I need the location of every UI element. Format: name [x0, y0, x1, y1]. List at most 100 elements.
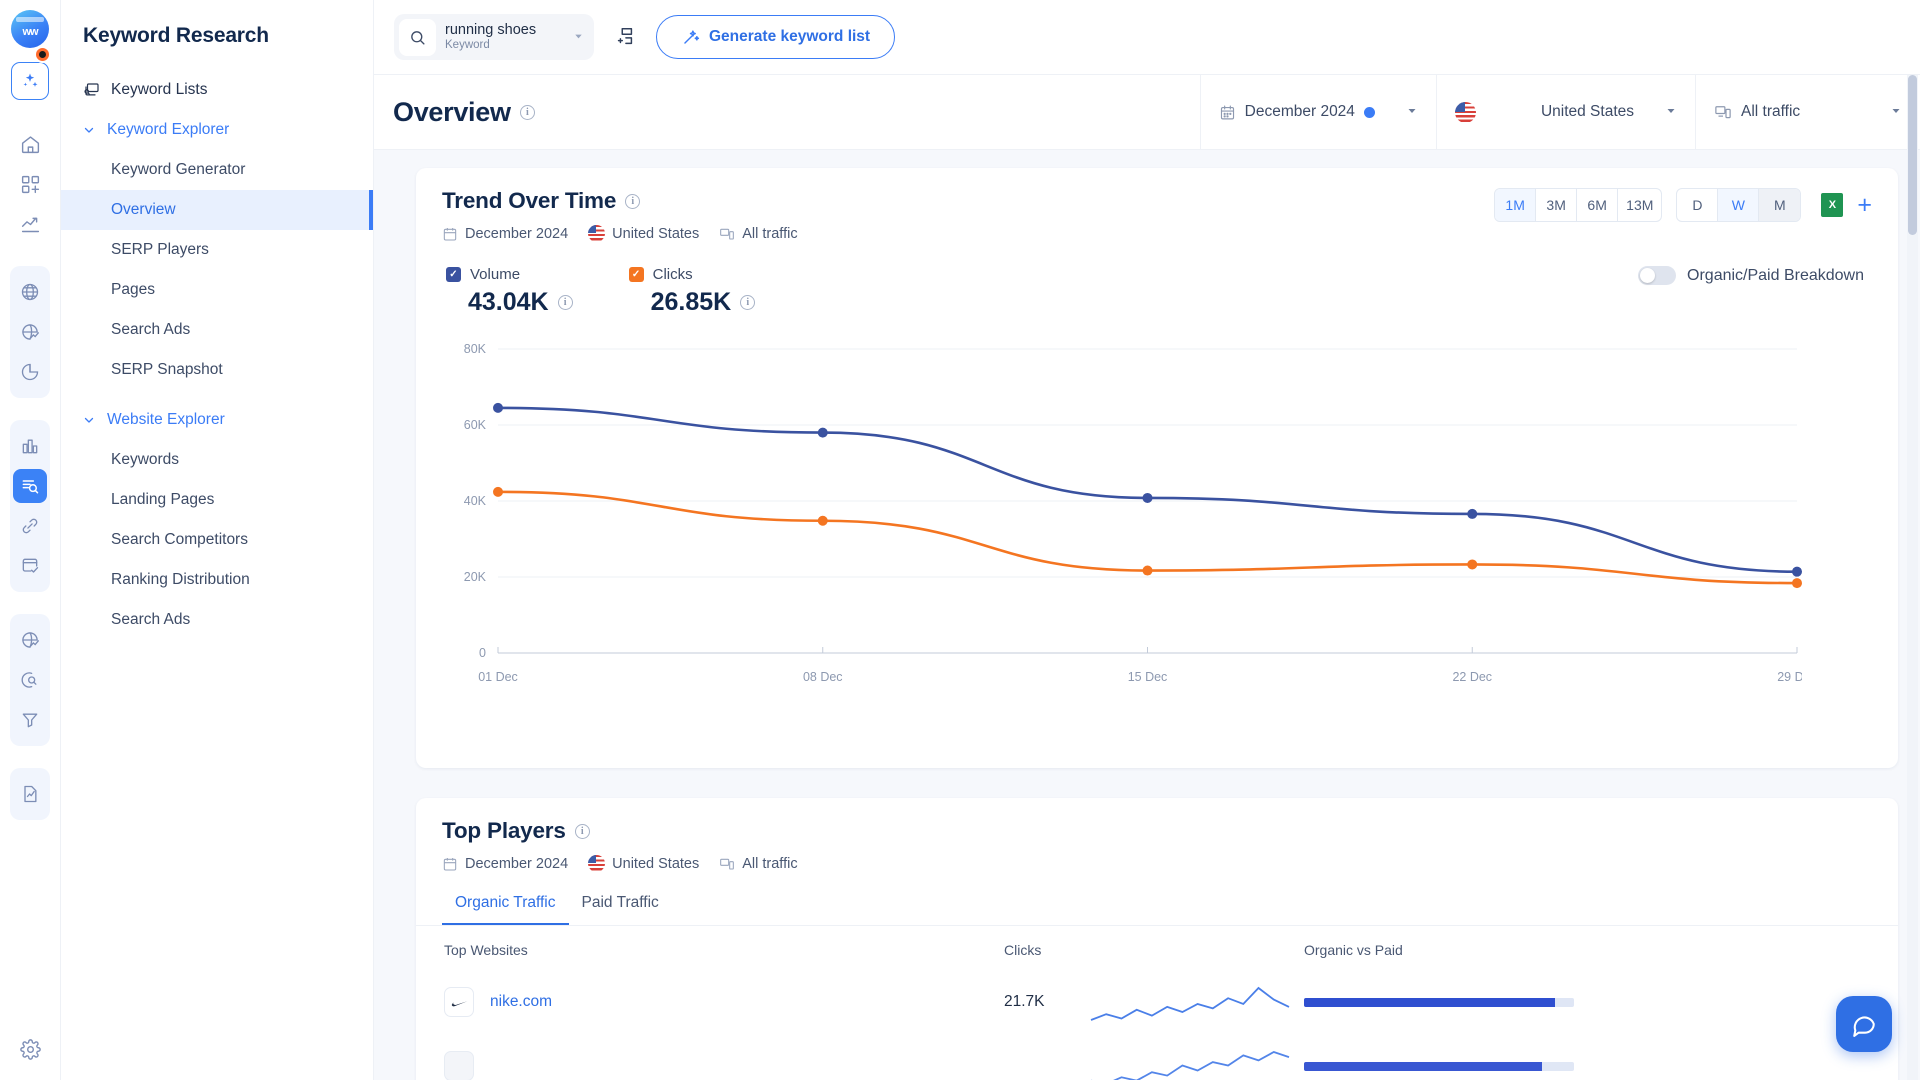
nike-favicon — [444, 987, 474, 1017]
meta-date: December 2024 — [465, 855, 569, 872]
info-icon[interactable]: i — [557, 295, 573, 310]
apps-add-icon[interactable] — [13, 167, 47, 201]
pie-chart-icon[interactable] — [13, 355, 47, 389]
info-icon[interactable]: i — [625, 193, 641, 209]
sidebar-item-label: Keyword Lists — [111, 81, 208, 98]
content-scroll-area: Trend Over Time i December 2024 United S… — [374, 150, 1920, 1080]
link-icon[interactable] — [13, 509, 47, 543]
granularity-option-w[interactable]: W — [1718, 189, 1760, 221]
tab-paid-traffic[interactable]: Paid Traffic — [569, 894, 672, 925]
search-zoom-icon[interactable] — [13, 663, 47, 697]
organic-paid-breakdown-toggle[interactable] — [1638, 266, 1677, 285]
range-option-6m[interactable]: 6M — [1577, 189, 1619, 221]
sidebar-item-keyword-lists[interactable]: Keyword Lists — [61, 70, 373, 110]
info-icon[interactable]: i — [574, 823, 590, 839]
top-players-card: Top Players i December 2024 United State… — [416, 798, 1898, 1080]
table-row[interactable]: nike.com 21.7K — [416, 970, 1898, 1034]
country-filter-label: United States — [1540, 103, 1634, 120]
filter-icon[interactable] — [13, 703, 47, 737]
main-area: running shoes Keyword Generate keyword l… — [374, 0, 1920, 1080]
granularity-option-d[interactable]: D — [1677, 189, 1719, 221]
tab-organic-traffic[interactable]: Organic Traffic — [442, 894, 569, 925]
search-input[interactable]: running shoes Keyword — [394, 14, 594, 60]
page-title: Overview i — [374, 97, 535, 128]
column-header-top-websites: Top Websites — [444, 942, 528, 958]
top-players-title: Top Players i — [442, 818, 798, 844]
sidebar-section-website-explorer[interactable]: Website Explorer — [61, 400, 373, 440]
sparkline-chart — [1090, 986, 1290, 1021]
legend-volume-label: Volume — [470, 266, 521, 283]
info-icon[interactable]: i — [519, 104, 535, 120]
checklist-icon[interactable] — [13, 549, 47, 583]
export-excel-button[interactable]: X — [1821, 193, 1844, 217]
chevron-down-icon[interactable] — [1643, 105, 1677, 120]
add-widget-button[interactable]: + — [1857, 192, 1872, 218]
table-row[interactable] — [416, 1034, 1898, 1080]
sidebar-item-serp-players[interactable]: SERP Players — [61, 230, 373, 270]
generate-keyword-list-button[interactable]: Generate keyword list — [656, 15, 896, 59]
search-icon — [399, 18, 436, 56]
clicks-checkbox[interactable]: ✓ — [628, 267, 644, 282]
meta-traffic: All traffic — [742, 225, 798, 242]
trend-card-title: Trend Over Time i — [442, 188, 798, 214]
meta-date: December 2024 — [465, 225, 569, 242]
chevron-down-icon[interactable] — [1384, 105, 1418, 120]
range-option-13m[interactable]: 13M — [1618, 189, 1661, 221]
globe-analytics-2-icon[interactable] — [13, 623, 47, 657]
sidebar-item-serp-snapshot[interactable]: SERP Snapshot — [61, 350, 373, 390]
top-players-title-text: Top Players — [442, 818, 566, 843]
sidebar-item-keyword-generator[interactable]: Keyword Generator — [61, 150, 373, 190]
legend-clicks-value-row: 26.85K i — [629, 288, 756, 317]
rail-group-seo — [10, 420, 50, 592]
top-toolbar: running shoes Keyword Generate keyword l… — [374, 0, 1920, 75]
meta-country: United States — [612, 855, 700, 872]
sidebar-item-ranking-distribution[interactable]: Ranking Distribution — [61, 560, 373, 600]
page-scrollbar[interactable] — [1907, 75, 1918, 1080]
sidebar-item-search-ads[interactable]: Search Ads — [61, 310, 373, 350]
date-filter-label: December 2024 — [1244, 103, 1355, 120]
column-header-clicks: Clicks — [1004, 942, 1042, 958]
granularity-option-m[interactable]: M — [1759, 189, 1801, 221]
range-option-3m[interactable]: 3M — [1536, 189, 1578, 221]
bar-chart-icon[interactable] — [13, 429, 47, 463]
trend-line-icon[interactable] — [13, 207, 47, 241]
ai-sparkle-button[interactable] — [11, 62, 49, 100]
generate-keyword-list-label: Generate keyword list — [709, 28, 871, 45]
sidebar-item-website-search-ads[interactable]: Search Ads — [61, 600, 373, 640]
rail-group-reports — [10, 768, 50, 820]
sidebar-item-overview[interactable]: Overview — [61, 190, 373, 230]
keyword-research-icon[interactable] — [13, 469, 47, 503]
volume-checkbox[interactable]: ✓ — [446, 267, 461, 282]
granularity-segment-control[interactable]: D W M — [1676, 188, 1802, 222]
sidebar-section-keyword-explorer[interactable]: Keyword Explorer — [61, 110, 373, 150]
chevron-down-icon[interactable] — [1868, 105, 1902, 120]
sidebar-item-search-competitors[interactable]: Search Competitors — [61, 520, 373, 560]
range-segment-control[interactable]: 1M 3M 6M 13M — [1494, 188, 1663, 222]
chevron-down-icon[interactable] — [573, 31, 584, 44]
sidebar-item-landing-pages[interactable]: Landing Pages — [61, 480, 373, 520]
info-icon[interactable]: i — [740, 295, 756, 310]
us-flag-icon — [588, 855, 606, 872]
range-option-1m[interactable]: 1M — [1495, 189, 1537, 221]
svg-text:22 Dec: 22 Dec — [1452, 670, 1492, 684]
globe-icon[interactable] — [13, 275, 47, 309]
compare-button[interactable] — [608, 20, 642, 54]
traffic-filter[interactable]: All traffic — [1695, 74, 1920, 150]
similarweb-logo[interactable]: ww — [11, 10, 51, 63]
chat-bubble-button[interactable] — [1836, 996, 1892, 1052]
top-players-tabs: Organic Traffic Paid Traffic — [416, 894, 1898, 926]
chevron-down-icon — [83, 124, 97, 136]
devices-icon — [1714, 103, 1732, 121]
gear-icon[interactable] — [13, 1032, 47, 1066]
report-icon[interactable] — [13, 777, 47, 811]
country-filter[interactable]: United States — [1435, 74, 1695, 150]
sidebar-section-label: Keyword Explorer — [107, 121, 230, 138]
site-favicon — [444, 1051, 474, 1080]
sidebar-item-pages[interactable]: Pages — [61, 270, 373, 310]
legend-volume: ✓ Volume 43.04K i — [446, 266, 573, 317]
home-icon[interactable] — [13, 127, 47, 161]
site-link[interactable]: nike.com — [490, 993, 552, 1011]
sidebar-item-keywords[interactable]: Keywords — [61, 440, 373, 480]
date-filter[interactable]: December 2024 — [1199, 74, 1436, 150]
globe-analytics-icon[interactable] — [13, 315, 47, 349]
